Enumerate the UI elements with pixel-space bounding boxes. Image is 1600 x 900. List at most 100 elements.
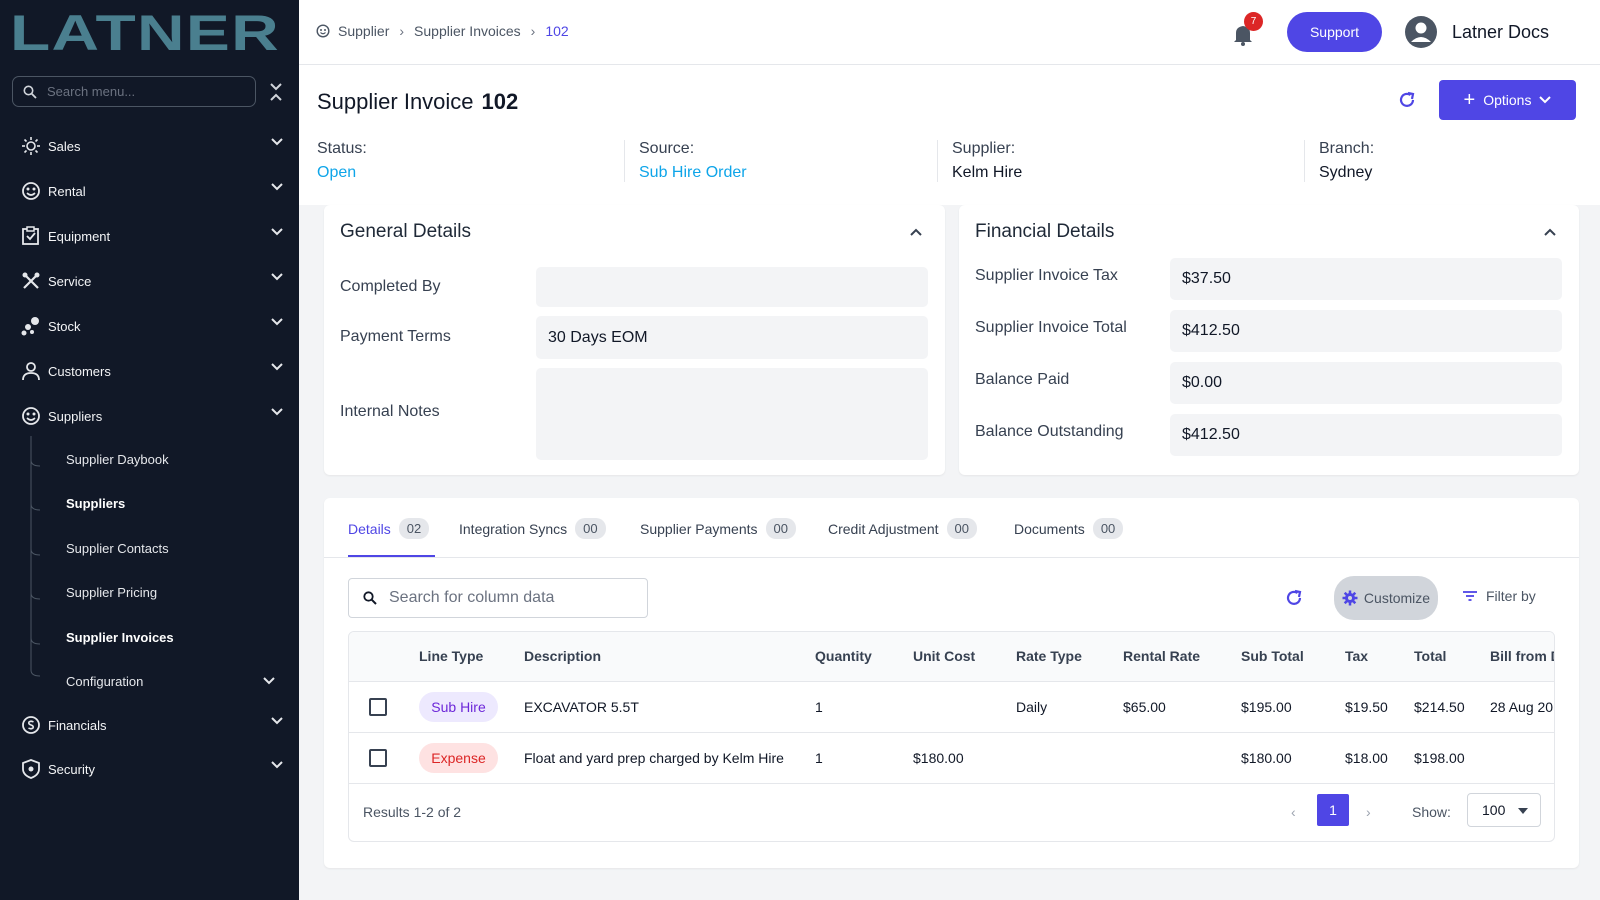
sidebar-item-service[interactable]: Service: [0, 259, 299, 303]
chevron-up-icon[interactable]: [1543, 227, 1557, 237]
customize-label: Customize: [1363, 590, 1431, 606]
column-header-total[interactable]: Total: [1414, 648, 1446, 664]
column-header-line-type[interactable]: Line Type: [419, 648, 483, 664]
balance-outstanding-value: $412.50: [1170, 414, 1562, 456]
cell-total: $198.00: [1414, 750, 1465, 766]
sidebar-item-label: Customers: [48, 363, 111, 379]
column-search-input[interactable]: Search for column data: [348, 578, 648, 618]
options-button[interactable]: + Options: [1439, 80, 1576, 120]
balance-paid-label: Balance Paid: [975, 371, 1070, 388]
menu-search-input[interactable]: Search menu...: [12, 76, 256, 107]
sidebar-subitem-supplier-contacts[interactable]: Supplier Contacts: [66, 541, 169, 556]
invoice-total-value: $412.50: [1170, 310, 1562, 352]
payment-terms-field[interactable]: 30 Days EOM: [536, 316, 928, 359]
financial-details-title: Financial Details: [975, 221, 1115, 242]
equipment-icon: [20, 225, 42, 247]
table-row[interactable]: Expense Float and yard prep charged by K…: [349, 733, 1554, 784]
sales-icon: [20, 135, 42, 157]
chevron-down-icon[interactable]: [263, 677, 275, 685]
breadcrumb: Supplier › Supplier Invoices › 102: [316, 23, 569, 39]
sidebar-subitem-configuration[interactable]: Configuration: [66, 674, 143, 689]
internal-notes-field[interactable]: [536, 368, 928, 460]
breadcrumb-parent[interactable]: Supplier Invoices: [414, 23, 521, 39]
submenu-tree-lines: [30, 436, 41, 677]
tab-bar: Details 02 Integration Syncs 00 Supplier P…: [324, 498, 1579, 558]
page-size-label: Show:: [1412, 804, 1451, 820]
status-label: Status:: [317, 140, 367, 157]
tab-count: 02: [398, 518, 430, 539]
table-row[interactable]: Sub Hire EXCAVATOR 5.5T 1 Daily $65.00 $…: [349, 682, 1554, 733]
refresh-icon[interactable]: [1397, 90, 1417, 110]
sidebar-subitem-supplier-daybook[interactable]: Supplier Daybook: [66, 452, 169, 467]
chevron-down-icon: [271, 273, 283, 281]
avatar[interactable]: [1405, 16, 1437, 48]
filter-button[interactable]: Filter by: [1462, 588, 1536, 604]
column-search-placeholder: Search for column data: [389, 589, 555, 606]
sidebar-subitem-supplier-invoices[interactable]: Supplier Invoices: [66, 630, 174, 645]
row-checkbox[interactable]: [369, 698, 387, 716]
chevron-down-icon: [271, 761, 283, 769]
sidebar-item-stock[interactable]: Stock: [0, 304, 299, 348]
sidebar-item-label: Suppliers: [48, 408, 103, 424]
column-header-bill-from[interactable]: Bill from D: [1490, 648, 1554, 664]
column-header-rental-rate[interactable]: Rental Rate: [1123, 648, 1200, 664]
page-title: Supplier Invoice 102: [317, 89, 519, 114]
page-size-select[interactable]: 100: [1467, 793, 1541, 827]
column-header-rate-type[interactable]: Rate Type: [1016, 648, 1082, 664]
source-link[interactable]: Sub Hire Order: [639, 164, 747, 182]
sidebar-item-label: Rental: [48, 183, 86, 199]
completed-by-label: Completed By: [340, 278, 441, 295]
collapse-sidebar-icon[interactable]: [268, 82, 284, 102]
next-page-icon[interactable]: ›: [1366, 804, 1371, 820]
sidebar-item-security[interactable]: Security: [0, 747, 299, 791]
sidebar-subitem-suppliers[interactable]: Suppliers: [66, 496, 125, 511]
column-header-unit-cost[interactable]: Unit Cost: [913, 648, 975, 664]
sidebar: LATNER Search menu... Sales Rental Equip…: [0, 0, 299, 900]
financial-details-card: Financial Details Supplier Invoice Tax $…: [959, 205, 1579, 475]
tab-supplier-payments[interactable]: Supplier Payments 00: [640, 518, 796, 539]
chevron-right-icon: ›: [530, 23, 536, 39]
sidebar-subitem-supplier-pricing[interactable]: Supplier Pricing: [66, 585, 157, 600]
sidebar-item-customers[interactable]: Customers: [0, 349, 299, 393]
payment-terms-label: Payment Terms: [340, 328, 451, 345]
page-button-1[interactable]: 1: [1317, 794, 1349, 826]
prev-page-icon[interactable]: ‹: [1291, 804, 1296, 820]
tab-documents[interactable]: Documents 00: [1014, 518, 1124, 539]
cell-bill-from: 28 Aug 20: [1490, 699, 1554, 715]
table-header: Line Type Description Quantity Unit Cost…: [349, 632, 1554, 682]
tab-credit-adjustment[interactable]: Credit Adjustment 00: [828, 518, 977, 539]
row-checkbox[interactable]: [369, 749, 387, 767]
source-label: Source:: [639, 140, 695, 157]
support-button[interactable]: Support: [1287, 12, 1382, 52]
shield-icon: [20, 758, 42, 780]
refresh-icon[interactable]: [1284, 588, 1304, 608]
sidebar-item-equipment[interactable]: Equipment: [0, 214, 299, 258]
chevron-down-icon: [271, 228, 283, 236]
results-count: Results 1-2 of 2: [363, 804, 462, 820]
cell-sub-total: $195.00: [1241, 699, 1292, 715]
active-tab-indicator: [348, 555, 435, 557]
column-header-sub-total[interactable]: Sub Total: [1241, 648, 1304, 664]
plus-icon: +: [1463, 89, 1476, 111]
column-header-description[interactable]: Description: [524, 648, 601, 664]
chevron-up-icon[interactable]: [909, 227, 923, 237]
customize-button[interactable]: Customize: [1334, 576, 1438, 620]
completed-by-field[interactable]: [536, 267, 928, 307]
column-header-tax[interactable]: Tax: [1345, 648, 1368, 664]
chevron-right-icon: ›: [399, 23, 405, 39]
invoice-tax-label: Supplier Invoice Tax: [975, 267, 1118, 284]
sidebar-item-label: Stock: [48, 318, 81, 334]
tab-details[interactable]: Details 02: [348, 518, 430, 539]
user-name[interactable]: Latner Docs: [1452, 22, 1549, 43]
sidebar-item-suppliers[interactable]: Suppliers: [0, 394, 299, 438]
breadcrumb-root[interactable]: Supplier: [338, 23, 389, 39]
sidebar-item-label: Sales: [48, 138, 81, 154]
sidebar-item-financials[interactable]: Financials: [0, 703, 299, 747]
column-header-quantity[interactable]: Quantity: [815, 648, 872, 664]
tab-integration-syncs[interactable]: Integration Syncs 00: [459, 518, 606, 539]
latner-logo[interactable]: LATNER: [10, 10, 280, 54]
sidebar-item-sales[interactable]: Sales: [0, 124, 299, 168]
sidebar-item-rental[interactable]: Rental: [0, 169, 299, 213]
suppliers-icon: [20, 405, 42, 427]
cell-tax: $19.50: [1345, 699, 1388, 715]
